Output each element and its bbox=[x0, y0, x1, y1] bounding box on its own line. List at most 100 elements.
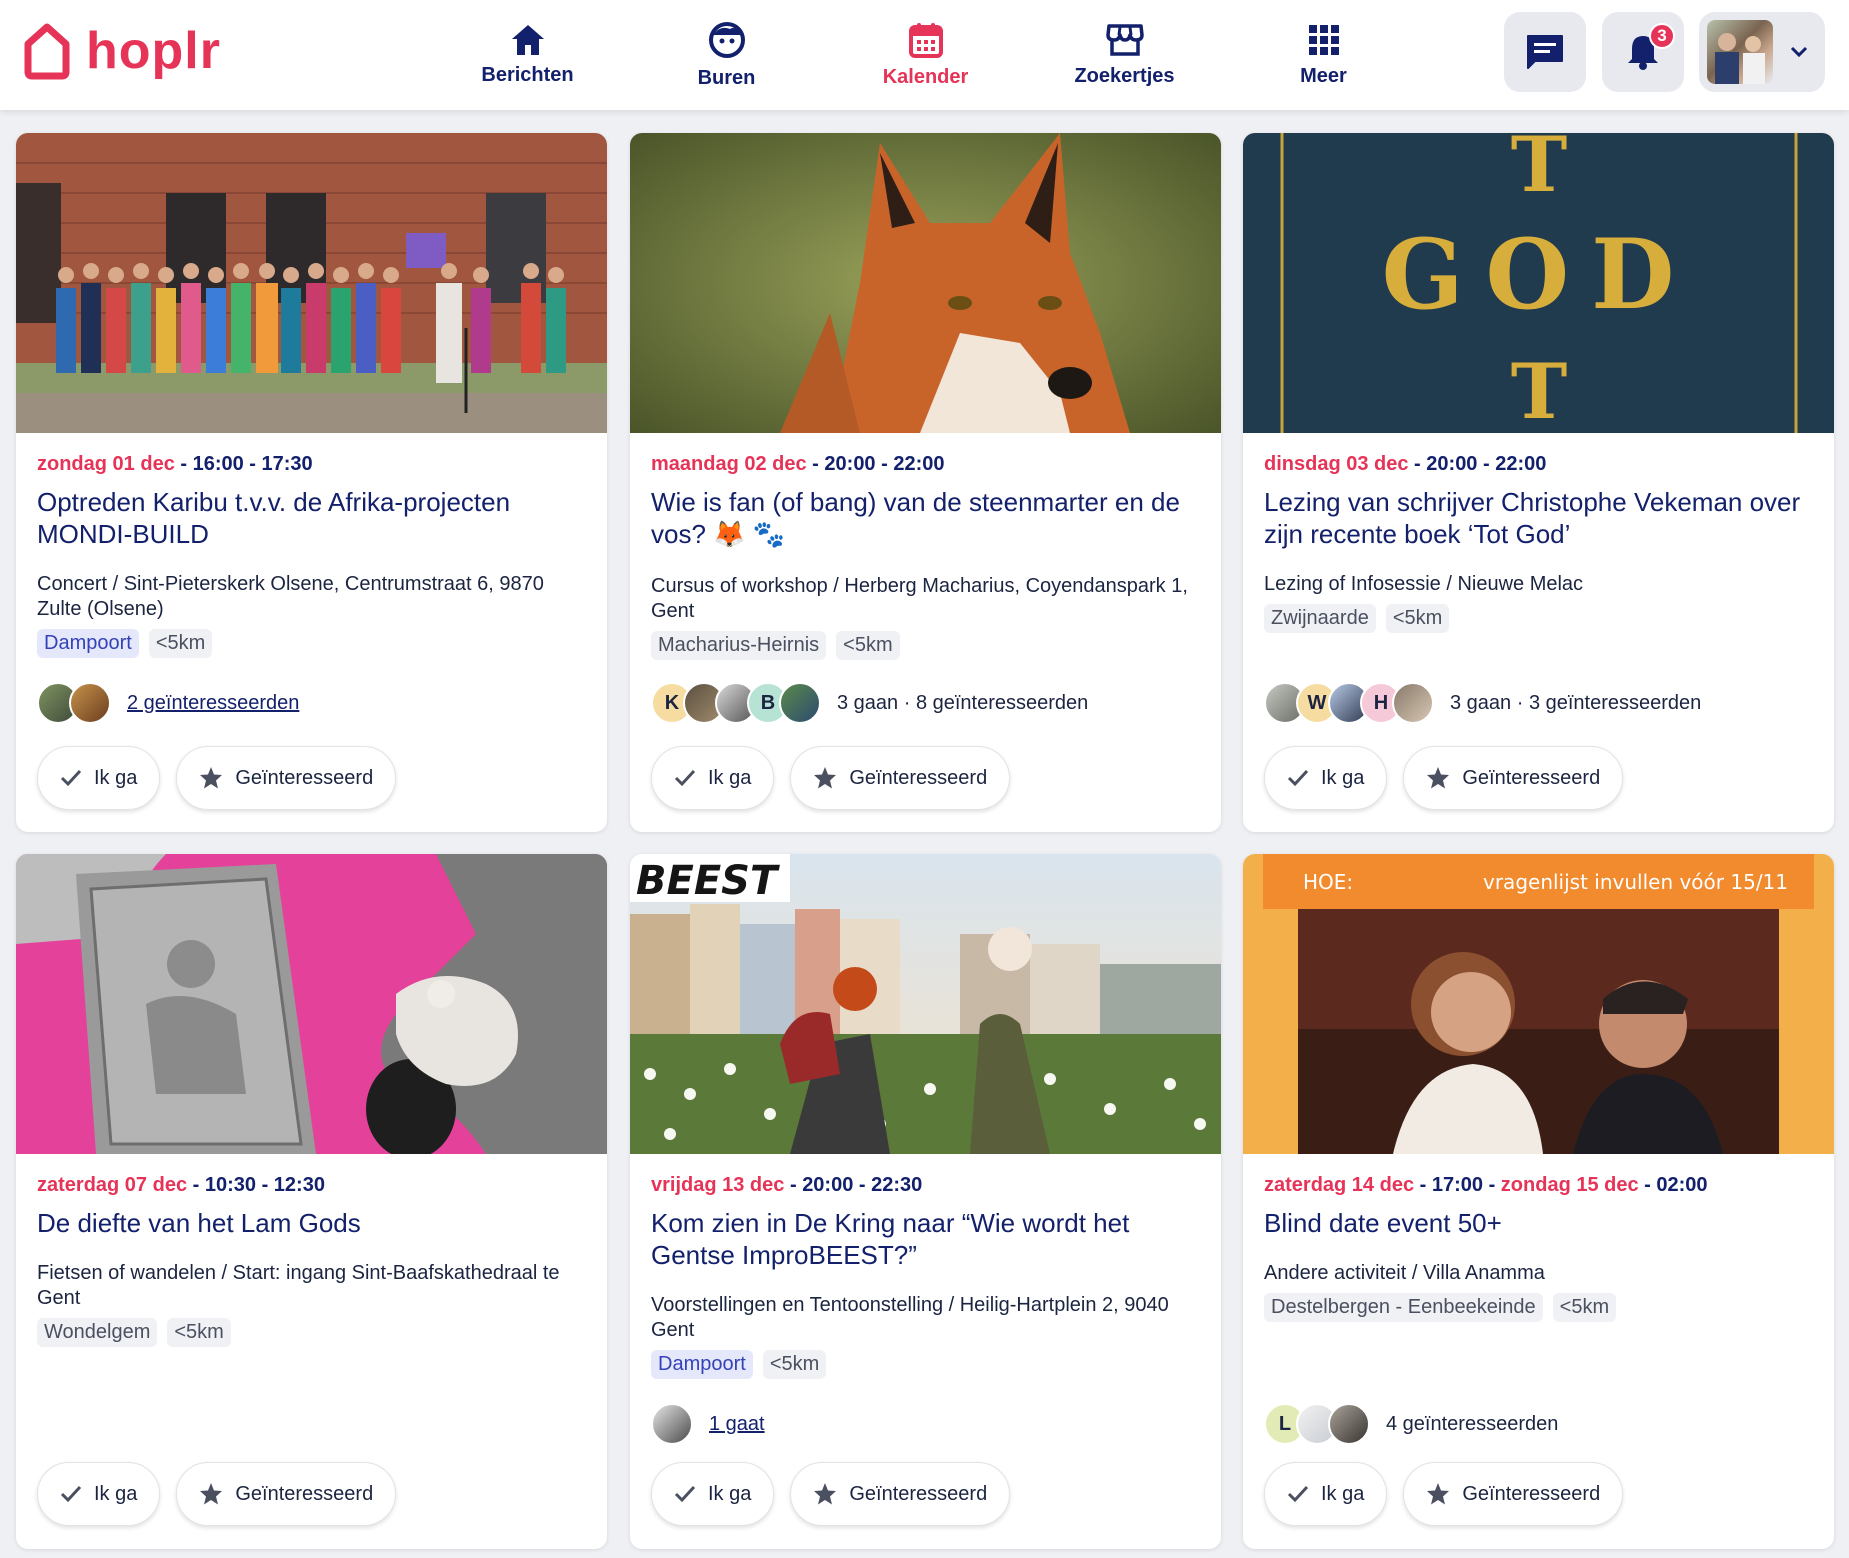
event-date: dinsdag 03 dec bbox=[1264, 453, 1409, 475]
house-logo-icon bbox=[24, 23, 70, 80]
book-cover-text: T bbox=[1511, 133, 1568, 209]
attendance-link[interactable]: 2 geïnteresseerden bbox=[127, 692, 299, 715]
going-button[interactable]: Ik ga bbox=[651, 746, 775, 810]
event-category-location: Lezing of Infosessie / Nieuwe Melac bbox=[1264, 573, 1584, 595]
going-button[interactable]: Ik ga bbox=[37, 1462, 161, 1526]
avatar bbox=[779, 682, 821, 724]
event-title[interactable]: Kom zien in De Kring naar “Wie wordt het… bbox=[651, 1207, 1200, 1271]
attendance-row: L 4 geïnteresseerden bbox=[1264, 1402, 1558, 1446]
event-actions: Ik ga Geïnteresseerd bbox=[651, 1462, 1011, 1526]
calendar-icon bbox=[908, 22, 943, 58]
attendee-avatars bbox=[37, 682, 111, 724]
event-date-line: zaterdag 14 dec - 17:00 - zondag 15 dec … bbox=[1264, 1174, 1708, 1196]
check-icon bbox=[60, 1485, 82, 1503]
check-icon bbox=[674, 1485, 696, 1503]
main-nav: Berichten Buren Kalender Zoekertjes Meer bbox=[428, 0, 1423, 110]
event-card[interactable]: T GOD T dinsdag 03 dec - 20:00 - 22:00 L… bbox=[1243, 133, 1834, 832]
attendee-avatars: K B bbox=[651, 682, 821, 724]
event-card[interactable]: HOE: vragenlijst invullen vóór 15/11 zat… bbox=[1243, 854, 1834, 1549]
event-category-location: Cursus of workshop / Herberg Macharius, … bbox=[651, 575, 1188, 622]
event-card[interactable]: zaterdag 07 dec - 10:30 - 12:30 De dieft… bbox=[16, 854, 607, 1549]
event-date-line: maandag 02 dec - 20:00 - 22:00 bbox=[651, 453, 945, 475]
event-tags: Dampoort <5km bbox=[37, 629, 586, 658]
neighbourhood-tag: Destelbergen - Eenbeekeinde bbox=[1264, 1293, 1543, 1322]
event-title[interactable]: De diefte van het Lam Gods bbox=[37, 1207, 586, 1239]
event-tags: Macharius-Heirnis <5km bbox=[651, 631, 1200, 660]
neighbourhood-tag: Dampoort bbox=[37, 629, 139, 658]
event-card[interactable]: maandag 02 dec - 20:00 - 22:00 Wie is fa… bbox=[630, 133, 1221, 832]
event-details: maandag 02 dec - 20:00 - 22:00 Wie is fa… bbox=[651, 453, 1200, 660]
attendee-avatars: L bbox=[1264, 1403, 1370, 1445]
star-icon bbox=[814, 1483, 837, 1505]
going-label: Ik ga bbox=[708, 766, 752, 789]
event-time: 17:00 bbox=[1431, 1174, 1484, 1196]
event-image bbox=[630, 133, 1221, 433]
distance-tag: <5km bbox=[1552, 1293, 1617, 1322]
neighbourhood-tag: Dampoort bbox=[651, 1350, 753, 1379]
chevron-down-icon bbox=[1790, 46, 1808, 58]
event-title[interactable]: Blind date event 50+ bbox=[1264, 1207, 1813, 1239]
interested-button[interactable]: Geïnteresseerd bbox=[1403, 1462, 1624, 1526]
interested-button[interactable]: Geïnteresseerd bbox=[176, 1462, 397, 1526]
event-date: zondag 01 dec bbox=[37, 453, 175, 475]
going-label: Ik ga bbox=[94, 1482, 138, 1505]
going-button[interactable]: Ik ga bbox=[37, 746, 161, 810]
event-card[interactable]: BEEST vrijdag 13 dec - 20:00 - 22:30 Kom… bbox=[630, 854, 1221, 1549]
poster-value: vragenlijst invullen vóór 15/11 bbox=[1483, 870, 1788, 894]
interested-label: Geïnteresseerd bbox=[1462, 766, 1601, 789]
grid-icon bbox=[1308, 24, 1339, 55]
nav-meer[interactable]: Meer bbox=[1224, 0, 1423, 110]
interested-button[interactable]: Geïnteresseerd bbox=[790, 1462, 1011, 1526]
interested-button[interactable]: Geïnteresseerd bbox=[1403, 746, 1624, 810]
beest-logo-text: BEEST bbox=[636, 858, 780, 904]
event-title[interactable]: Optreden Karibu t.v.v. de Afrika-project… bbox=[37, 486, 586, 550]
hoplr-logo[interactable]: hoplr bbox=[22, 22, 221, 80]
event-image: HOE: vragenlijst invullen vóór 15/11 bbox=[1243, 854, 1834, 1154]
interested-button[interactable]: Geïnteresseerd bbox=[790, 746, 1011, 810]
messages-button[interactable] bbox=[1504, 12, 1586, 92]
star-icon bbox=[200, 1483, 223, 1505]
event-tags: Zwijnaarde <5km bbox=[1264, 604, 1813, 633]
going-button[interactable]: Ik ga bbox=[651, 1462, 775, 1526]
event-category-location: Andere activiteit / Villa Anamma bbox=[1264, 1262, 1545, 1284]
interested-label: Geïnteresseerd bbox=[235, 1482, 374, 1505]
star-icon bbox=[814, 767, 837, 789]
event-title[interactable]: Lezing van schrijver Christophe Vekeman … bbox=[1264, 486, 1813, 550]
poster-label: HOE: bbox=[1303, 870, 1353, 894]
nav-berichten[interactable]: Berichten bbox=[428, 0, 627, 110]
top-bar: hoplr Berichten Buren Kalender Zoekertje… bbox=[0, 0, 1849, 110]
avatar bbox=[69, 682, 111, 724]
nav-kalender[interactable]: Kalender bbox=[826, 0, 1025, 110]
event-date-line: dinsdag 03 dec - 20:00 - 22:00 bbox=[1264, 453, 1547, 475]
event-category-location: Concert / Sint-Pieterskerk Olsene, Centr… bbox=[37, 573, 544, 620]
going-button[interactable]: Ik ga bbox=[1264, 1462, 1388, 1526]
neighbourhood-tag: Wondelgem bbox=[37, 1318, 158, 1347]
attendance-row: W H 3 gaan · 3 geïnteresseerden bbox=[1264, 681, 1701, 725]
profile-menu-button[interactable] bbox=[1699, 12, 1825, 92]
distance-tag: <5km bbox=[1385, 604, 1450, 633]
event-tags: Destelbergen - Eenbeekeinde <5km bbox=[1264, 1293, 1813, 1322]
notifications-button[interactable]: 3 bbox=[1602, 12, 1684, 92]
interested-button[interactable]: Geïnteresseerd bbox=[176, 746, 397, 810]
event-card[interactable]: zondag 01 dec - 16:00 - 17:30 Optreden K… bbox=[16, 133, 607, 832]
attendance-link[interactable]: 1 gaat bbox=[709, 1413, 765, 1436]
neighbourhood-tag: Macharius-Heirnis bbox=[651, 631, 827, 660]
event-tags: Wondelgem <5km bbox=[37, 1318, 586, 1347]
nav-buren[interactable]: Buren bbox=[627, 0, 826, 110]
event-actions: Ik ga Geïnteresseerd bbox=[37, 746, 397, 810]
nav-label: Zoekertjes bbox=[1074, 64, 1175, 87]
shop-icon bbox=[1105, 23, 1144, 56]
neighbour-face-icon bbox=[708, 21, 745, 58]
event-date: zaterdag 07 dec bbox=[37, 1174, 188, 1196]
going-button[interactable]: Ik ga bbox=[1264, 746, 1388, 810]
distance-tag: <5km bbox=[148, 629, 213, 658]
event-category-location: Fietsen of wandelen / Start: ingang Sint… bbox=[37, 1262, 560, 1309]
avatar bbox=[1392, 682, 1434, 724]
nav-zoekertjes[interactable]: Zoekertjes bbox=[1025, 0, 1224, 110]
interested-label: Geïnteresseerd bbox=[849, 766, 988, 789]
distance-tag: <5km bbox=[762, 1350, 827, 1379]
attendee-avatars: W H bbox=[1264, 682, 1434, 724]
nav-label: Buren bbox=[697, 66, 756, 89]
event-title[interactable]: Wie is fan (of bang) van de steenmarter … bbox=[651, 486, 1200, 550]
check-icon bbox=[1287, 769, 1309, 787]
